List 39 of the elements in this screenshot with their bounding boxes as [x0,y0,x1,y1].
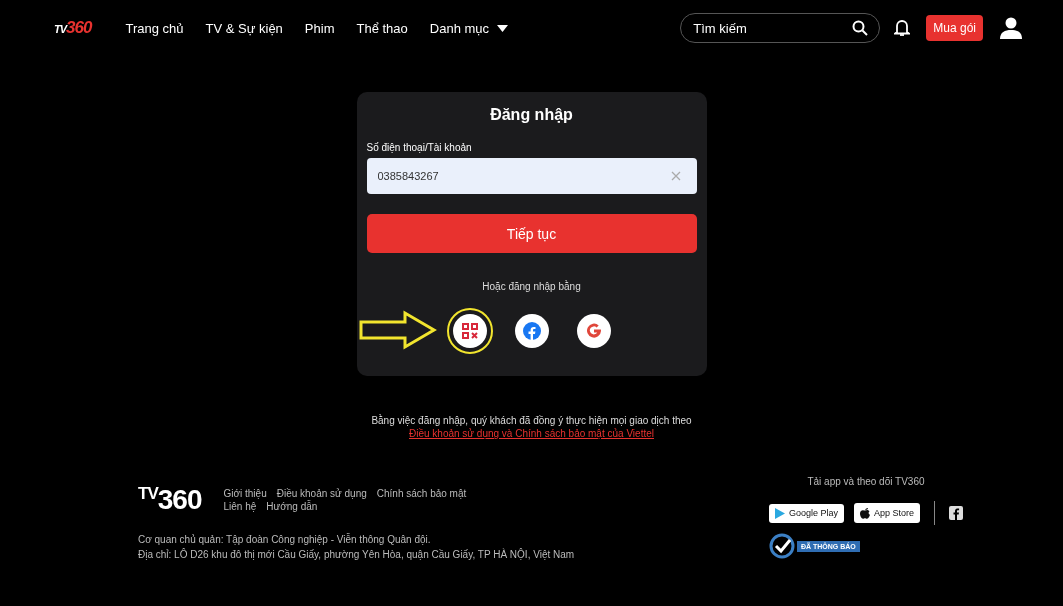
company-info-text: Địa chỉ: LÔ D26 khu đô thị mới Cầu Giấy, phường Yên Hòa, quận Cầu Giấy, TP HÀ NỘI, Việt Nam [138,549,575,560]
terms-text: Bằng việc đăng nhập, quý khách đã đồng ý thực hiện mọi giao dịch theo Điều khoản sử dụng và Chính sách bảo mật của Viettel [370,414,693,440]
check-icon [768,533,795,559]
google-play-badge[interactable]: Google Play [768,503,844,523]
app-store-badge[interactable]: App Store [853,503,920,523]
qr-code-icon [461,323,478,339]
terms-link[interactable]: Điều khoản sử dụng và Chính sách bảo mật của Viettel [409,428,654,439]
login-title: Đăng nhập [489,106,574,124]
qr-login-button[interactable] [452,314,487,348]
footer-link[interactable]: Chính sách bảo mật [376,488,467,499]
user-icon[interactable] [999,17,1023,39]
field-label: Số điện thoại/Tài khoản [366,142,473,153]
buy-package-button[interactable]: Mua gói [926,15,983,41]
search-field[interactable]: Tìm kiếm [680,13,881,43]
facebook-icon[interactable] [949,506,963,520]
play-icon [774,507,785,519]
phone-input-field[interactable]: 0385843267 [366,158,697,194]
facebook-icon [522,322,541,340]
google-icon [584,322,603,340]
footer-link[interactable]: Hướng dẫn [266,501,318,512]
footer-link[interactable]: Giới thiệu [223,488,267,499]
nav-link[interactable]: Thể thao [356,20,408,36]
company-info-text: Cơ quan chủ quản: Tập đoàn Công nghiệp - Viễn thông Quân đội. [138,534,432,545]
caret-icon [497,24,509,32]
search-icon [852,20,869,36]
nav-link[interactable]: Trang chủ [125,20,184,36]
logo[interactable]: TV360 [54,18,92,38]
bell-icon[interactable] [894,19,911,37]
google-login-button[interactable] [576,314,611,348]
facebook-login-button[interactable] [514,314,549,348]
alt-login-text: Hoặc đăng nhập bằng [481,281,582,292]
app-download-title: Tải app và theo dõi TV360 [807,476,925,487]
footer-link[interactable]: Liên hệ [223,501,257,512]
nav-link[interactable]: TV & Sự kiện [205,20,283,36]
nav-link[interactable]: Danh mục [429,20,509,36]
apple-icon [859,507,870,519]
footer-link[interactable]: Điều khoản sử dụng [276,488,367,499]
nav-link[interactable]: Phim [304,20,335,36]
continue-button[interactable]: Tiếp tục [366,214,697,253]
